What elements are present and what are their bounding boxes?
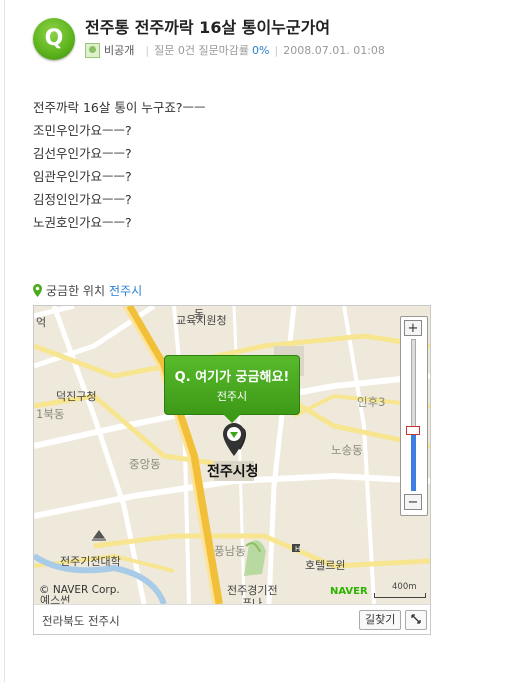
question-badge-icon: Q <box>33 18 75 60</box>
map-label-pungnam: 풍남동 <box>214 544 246 558</box>
zoom-slider-handle[interactable] <box>406 426 420 436</box>
question-date: 2008.07.01. 01:08 <box>283 43 385 57</box>
map-copyright: © NAVER Corp. <box>39 584 120 596</box>
location-pin-icon <box>33 284 42 297</box>
map-label-deokjin-office: 덕진구청 <box>56 390 97 403</box>
map-widget: H 교육지원청 덕진구청 중앙동 노송동 인후3 풍남동 호텔르윈 전주기전대학… <box>33 305 431 635</box>
map-label-inhu: 인후3 <box>357 395 386 409</box>
callout-title: Q. 여기가 궁금해요! <box>174 370 290 385</box>
meta-divider: | <box>145 43 150 57</box>
map-label-college: 전주기전대학 <box>60 555 121 568</box>
svg-text:H: H <box>295 545 300 553</box>
question-body: 전주까락 16살 통이 누구죠?ㅡㅡ 조민우인가요ㅡㅡ? 김선우인가요ㅡㅡ? 임… <box>33 96 205 234</box>
question-title: 전주통 전주까락 16살 통이누군가여 <box>85 18 331 37</box>
map-address: 전라북도 전주시 <box>42 614 120 628</box>
map-marker-icon[interactable] <box>222 422 246 458</box>
location-label: 궁금한 위치 <box>46 284 106 298</box>
naver-logo: NAVER <box>330 586 368 597</box>
map-label-partial: 억 <box>36 316 47 329</box>
zoom-out-button[interactable]: − <box>404 494 422 510</box>
question-meta: 비공개 | 질문 0건 질문마감률 0% | 2008.07.01. 01:08 <box>85 42 385 58</box>
content-border <box>4 0 5 682</box>
location-city-link[interactable]: 전주시 <box>109 282 142 299</box>
map-footer: 전라북도 전주시 길찾기 <box>34 604 430 634</box>
author-name[interactable]: 비공개 <box>104 42 134 58</box>
body-line: 노권호인가요ㅡㅡ? <box>33 215 132 230</box>
map-label-partial: 1북동 <box>36 407 65 421</box>
body-line: 임관우인가요ㅡㅡ? <box>33 169 132 184</box>
map-label-hotel: 호텔르윈 <box>305 559 346 572</box>
meta-divider: | <box>274 43 279 57</box>
map-scale-label: 400m <box>392 582 417 592</box>
zoom-level-fill <box>411 430 416 491</box>
map-label-city-hall: 전주시청 <box>207 464 259 480</box>
body-line: 전주까락 16살 통이 누구죠?ㅡㅡ <box>33 100 206 115</box>
route-button[interactable]: 길찾기 <box>359 610 402 630</box>
map-label-jungang: 중앙동 <box>129 457 161 471</box>
body-line: 김정인인가요ㅡㅡ? <box>33 192 132 207</box>
close-rate: 0% <box>252 43 270 57</box>
callout-city: 전주시 <box>216 390 248 403</box>
map-label-partial: 동 <box>194 308 205 321</box>
zoom-control: + − <box>400 316 428 516</box>
question-stats: 질문 0건 질문마감률 <box>154 44 250 57</box>
zoom-in-button[interactable]: + <box>404 320 422 336</box>
map-canvas[interactable]: H 교육지원청 덕진구청 중앙동 노송동 인후3 풍남동 호텔르윈 전주기전대학… <box>34 306 430 610</box>
body-line: 조민우인가요ㅡㅡ? <box>33 123 132 138</box>
expand-icon[interactable] <box>405 610 427 630</box>
body-line: 김선우인가요ㅡㅡ? <box>33 146 132 161</box>
avatar-icon <box>85 42 100 58</box>
map-scale-bar <box>374 593 426 598</box>
location-row: 궁금한 위치 전주시 <box>33 282 142 299</box>
map-callout: Q. 여기가 궁금해요! 전주시 <box>164 355 300 423</box>
map-label-nosong: 노송동 <box>331 443 363 457</box>
